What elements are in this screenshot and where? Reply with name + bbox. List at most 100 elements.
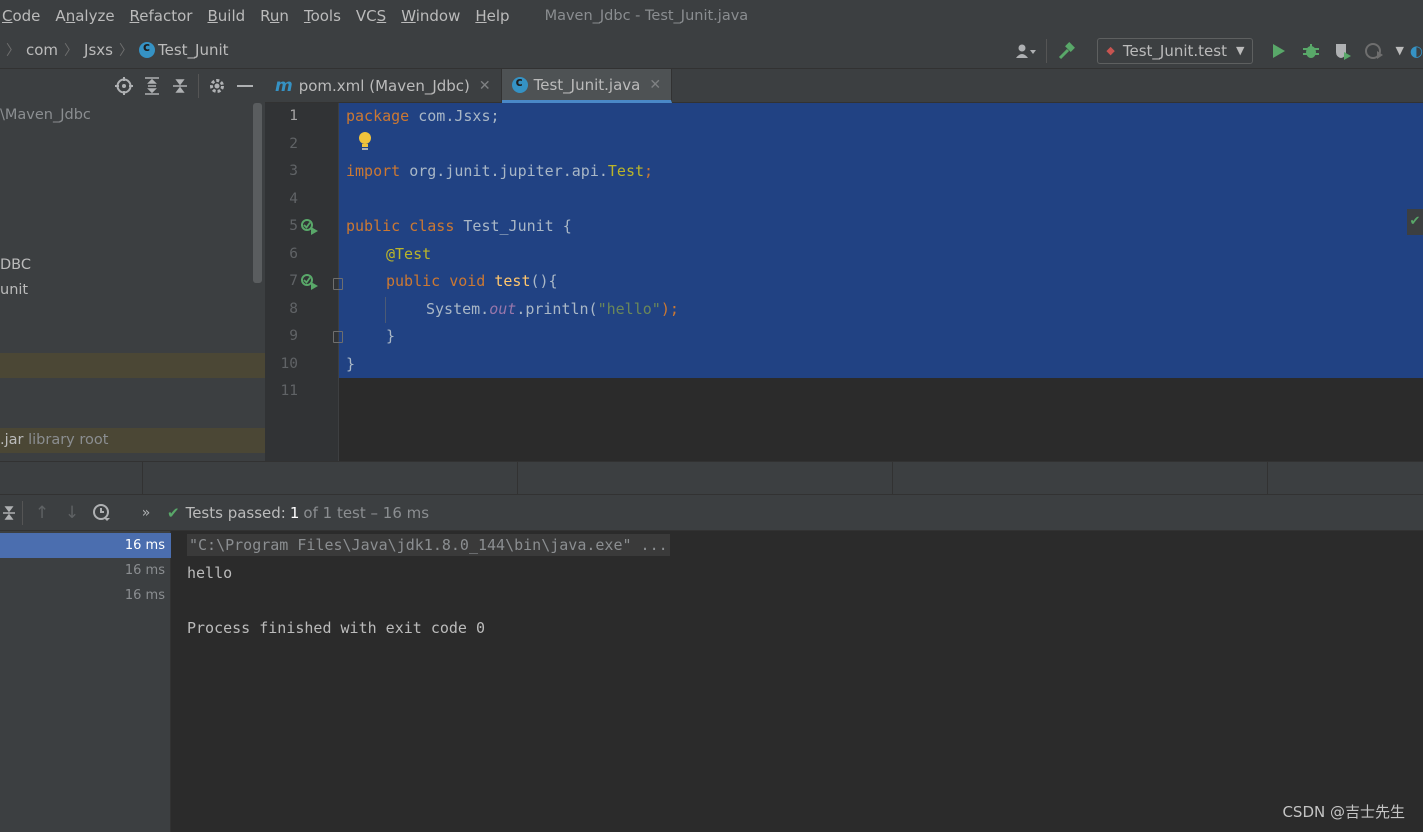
console-output[interactable]: "C:\Program Files\Java\jdk1.8.0_144\bin\…	[171, 531, 1423, 832]
line-number: 8	[289, 301, 298, 317]
code-line-9: }	[386, 327, 396, 345]
header-divider	[517, 462, 518, 496]
run-test-class-icon[interactable]	[300, 218, 320, 238]
gear-icon[interactable]	[203, 72, 231, 100]
locate-icon[interactable]	[110, 72, 138, 100]
line-number: 1	[289, 108, 298, 124]
navigation-bar: 〉 com 〉 Jsxs 〉 Test_Junit ◆ Test_Junit.t…	[0, 32, 1423, 69]
menu-bar: Code Analyze Refactor Build Run Tools VC…	[0, 0, 1423, 32]
breadcrumb-test-junit[interactable]: Test_Junit	[158, 41, 229, 59]
line-number: 6	[289, 246, 298, 262]
test-result-row[interactable]: 16 ms	[0, 533, 171, 558]
code-line-1: package com.Jsxs;	[346, 107, 500, 125]
breadcrumb-separator: 〉	[64, 43, 79, 59]
debug-icon[interactable]	[1298, 38, 1324, 64]
code-line-6: @Test	[386, 245, 432, 263]
breadcrumb-com[interactable]: com	[26, 41, 58, 59]
line-number: 5	[289, 218, 298, 234]
java-class-icon	[138, 40, 155, 58]
tool-window-header	[0, 461, 1423, 496]
line-number: 11	[280, 383, 298, 399]
tree-item-junit[interactable]: unit	[0, 278, 265, 303]
coverage-icon[interactable]	[1330, 38, 1356, 64]
run-toolbar: ◆ Test_Junit.test ▼ ▼ ◐	[1010, 32, 1423, 69]
code-line-8: System.out.println("hello");	[426, 300, 679, 318]
line-number: 4	[289, 191, 298, 207]
test-result-row[interactable]: 16 ms	[0, 558, 171, 583]
project-scrollbar[interactable]	[253, 103, 262, 283]
tab-pom-xml[interactable]: m pom.xml (Maven_Jdbc) ✕	[265, 69, 502, 103]
profile-icon[interactable]	[1362, 38, 1388, 64]
run-test-method-icon[interactable]	[300, 273, 320, 293]
java-class-icon	[511, 75, 528, 93]
console-command-line: "C:\Program Files\Java\jdk1.8.0_144\bin\…	[187, 534, 670, 556]
fold-marker-icon[interactable]	[333, 278, 343, 290]
menu-build[interactable]: Build	[207, 7, 245, 25]
close-icon[interactable]: ✕	[649, 77, 661, 93]
tree-item-jdbc[interactable]: DBC	[0, 253, 265, 278]
breadcrumb-jsxs[interactable]: Jsxs	[84, 41, 113, 59]
indent-guide	[385, 297, 386, 323]
tree-item-jar[interactable]: .jar library root	[0, 428, 265, 453]
header-divider	[892, 462, 893, 496]
chevron-down-icon[interactable]: ▼	[1395, 44, 1403, 57]
breadcrumb-separator: 〉	[6, 43, 20, 59]
tree-item-module-path[interactable]: \Maven_Jdbc	[0, 103, 265, 128]
check-icon: ✔	[1407, 209, 1423, 235]
hammer-icon[interactable]	[1054, 38, 1080, 64]
breadcrumb-separator: 〉	[118, 43, 133, 59]
menu-code[interactable]: Code	[2, 7, 40, 25]
tests-passed-count: 1	[289, 503, 300, 522]
header-divider	[142, 462, 143, 496]
header-divider	[1267, 462, 1268, 496]
menu-vcs[interactable]: VCS	[356, 7, 386, 25]
code-line-5: public class Test_Junit {	[346, 217, 572, 235]
run-icon[interactable]	[1266, 38, 1292, 64]
line-number: 7	[289, 273, 298, 289]
menu-window[interactable]: Window	[401, 7, 460, 25]
test-status-label: Tests passed:	[185, 503, 286, 522]
code-line-3: import org.junit.jupiter.api.Test;	[346, 162, 654, 180]
close-icon[interactable]: ✕	[479, 78, 491, 94]
next-failed-test-icon[interactable]: ↓	[57, 498, 87, 528]
window-title: Maven_Jdbc - Test_Junit.java	[544, 8, 749, 24]
check-icon: ✔	[167, 503, 180, 522]
junit-config-icon: ◆	[1106, 44, 1115, 57]
lightbulb-icon[interactable]	[357, 131, 373, 155]
test-runner-toolbar: ↑ ↓ » ✔ Tests passed: 1 of 1 test – 16 m…	[0, 495, 1423, 531]
previous-failed-test-icon[interactable]: ↑	[27, 498, 57, 528]
toolbar-separator	[198, 74, 199, 98]
more-icon[interactable]: »	[131, 498, 161, 528]
line-number: 10	[280, 356, 298, 372]
tab-label: pom.xml (Maven_Jdbc)	[298, 77, 470, 95]
menu-run[interactable]: Run	[260, 7, 289, 25]
collapse-all-icon[interactable]	[166, 72, 194, 100]
menu-help[interactable]: Help	[475, 7, 509, 25]
fold-marker-icon[interactable]	[333, 331, 343, 343]
minimize-icon[interactable]	[231, 72, 259, 100]
console-output-line: hello	[187, 564, 233, 582]
line-number: 2	[289, 136, 298, 152]
test-result-row[interactable]: 16 ms	[0, 583, 171, 608]
user-icon[interactable]	[1013, 38, 1039, 64]
test-status: ✔ Tests passed: 1 of 1 test – 16 ms	[167, 504, 429, 522]
run-configuration-select[interactable]: ◆ Test_Junit.test ▼	[1097, 37, 1254, 64]
search-everywhere-icon[interactable]: ◐	[1410, 42, 1423, 60]
toolbar-separator	[1046, 38, 1048, 63]
tree-item-highlighted[interactable]	[0, 353, 265, 378]
clock-history-icon[interactable]	[87, 498, 117, 528]
code-line-7: public void test(){	[386, 272, 558, 290]
menu-refactor[interactable]: Refactor	[130, 7, 193, 25]
project-tree: \Maven_Jdbc DBC unit .jar library root	[0, 103, 265, 461]
project-panel-toolbar	[0, 69, 265, 103]
editor-tabs: m pom.xml (Maven_Jdbc) ✕ Test_Junit.java…	[265, 69, 1423, 103]
menu-analyze[interactable]: Analyze	[55, 7, 114, 25]
expand-all-icon[interactable]	[138, 72, 166, 100]
watermark: CSDN @吉士先生	[1282, 803, 1405, 821]
text-selection	[339, 103, 1423, 378]
code-line-10: }	[346, 355, 356, 373]
collapse-all-icon[interactable]	[0, 498, 18, 528]
menu-tools[interactable]: Tools	[304, 7, 341, 25]
chevron-down-icon: ▼	[1235, 44, 1245, 57]
tab-test-junit-java[interactable]: Test_Junit.java ✕	[501, 69, 673, 103]
